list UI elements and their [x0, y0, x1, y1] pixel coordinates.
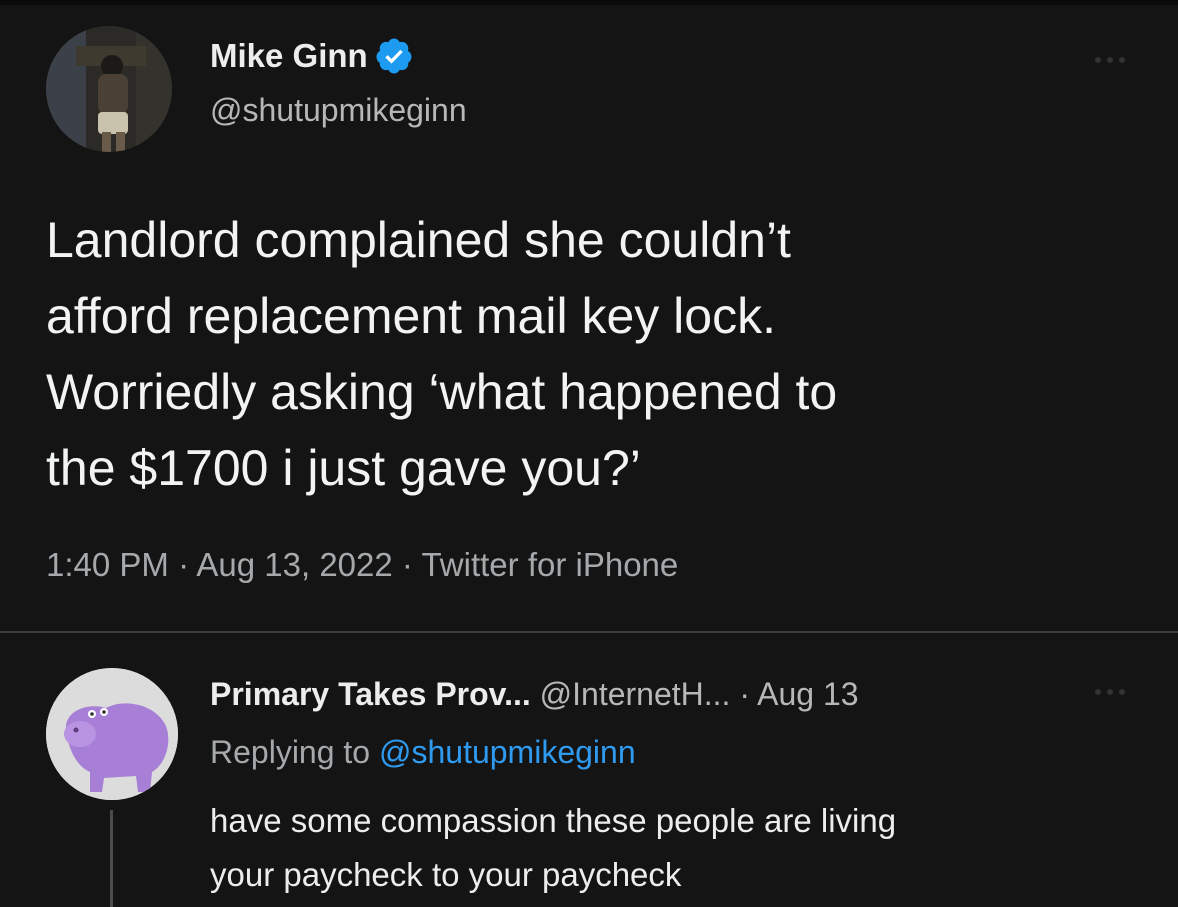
reply-text: have some compassion these people are li…: [210, 794, 896, 902]
more-horizontal-icon[interactable]: [1090, 50, 1130, 70]
tweet-text-line: Worriedly asking ‘what happened to: [46, 364, 838, 420]
tweet-screenshot: Mike Ginn @shutupmikeginn Landlord compl…: [0, 0, 1178, 907]
replying-to: Replying to @shutupmikeginn: [210, 734, 636, 771]
more-horizontal-icon[interactable]: [1090, 682, 1130, 705]
more-dots-icon: [1095, 57, 1125, 63]
reply-header: Primary Takes Prov... @InternetH... · Au…: [210, 676, 859, 713]
tweet-timestamp[interactable]: 1:40 PM · Aug 13, 2022 · Twitter for iPh…: [46, 546, 678, 584]
top-border: [0, 0, 1178, 5]
tweet-text-line: afford replacement mail key lock.: [46, 288, 776, 344]
reply-avatar[interactable]: [46, 668, 178, 800]
thread-line: [110, 810, 113, 907]
author-avatar[interactable]: [46, 26, 172, 152]
avatar-photo-icon: [46, 26, 172, 152]
divider: [0, 631, 1178, 633]
reply-author-handle[interactable]: @InternetH...: [540, 676, 731, 712]
reply-text-line: your paycheck to your paycheck: [210, 856, 682, 893]
tweet-text: Landlord complained she couldn’t afford …: [46, 202, 1126, 506]
reply-text-line: have some compassion these people are li…: [210, 802, 897, 839]
tweet-text-line: Landlord complained she couldn’t: [46, 212, 791, 268]
tweet-text-line: the $1700 i just gave you?’: [46, 440, 641, 496]
author-handle[interactable]: @shutupmikeginn: [210, 92, 467, 129]
author-name-text: Mike Ginn: [210, 37, 368, 74]
author-name[interactable]: Mike Ginn: [210, 36, 414, 76]
verified-badge-icon: [376, 38, 412, 74]
replying-to-label: Replying to: [210, 734, 371, 770]
replying-to-mention[interactable]: @shutupmikeginn: [379, 734, 636, 770]
reply-author-name[interactable]: Primary Takes Prov...: [210, 676, 531, 712]
more-dots-icon: [1095, 689, 1125, 695]
hippo-avatar-icon: [46, 668, 178, 800]
reply-date[interactable]: · Aug 13: [739, 676, 858, 712]
